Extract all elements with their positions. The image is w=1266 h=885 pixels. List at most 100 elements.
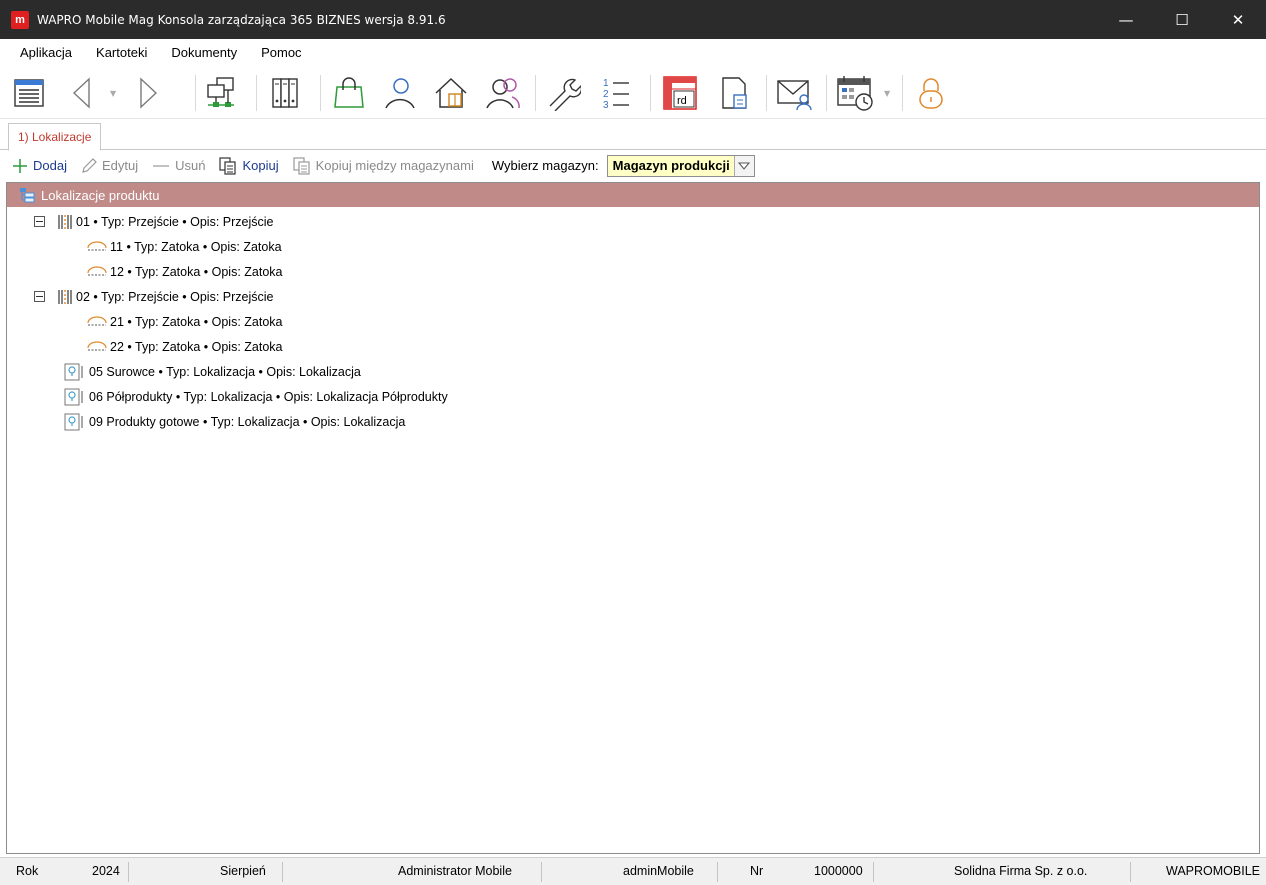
window-list-button[interactable]: [8, 72, 50, 114]
tree-node-label: 21 • Typ: Zatoka • Opis: Zatoka: [110, 314, 283, 329]
main-toolbar: ▼ 1 2 3 rd ▼: [0, 67, 1266, 119]
collapse-toggle-icon[interactable]: [34, 216, 45, 227]
delete-button-label: Usuń: [175, 158, 206, 173]
tree-node-aisle-02[interactable]: 02 • Typ: Przejście • Opis: Przejście: [34, 284, 273, 309]
forward-button[interactable]: [132, 72, 164, 114]
copy-button-label: Kopiuj: [242, 158, 279, 173]
title-bar[interactable]: m WAPRO Mobile Mag Konsola zarządzająca …: [0, 0, 1266, 39]
tree-node-bay-21[interactable]: 21 • Typ: Zatoka • Opis: Zatoka: [87, 309, 283, 334]
lock-button[interactable]: [910, 72, 952, 114]
tree-node-label: 11 • Typ: Zatoka • Opis: Zatoka: [110, 239, 282, 254]
copy-between-warehouses-button[interactable]: Kopiuj między magazynami: [293, 156, 474, 175]
tree-header-label: Lokalizacje produktu: [41, 187, 160, 203]
binders-button[interactable]: [264, 72, 306, 114]
contractors-button[interactable]: [378, 72, 420, 114]
status-bar: Rok 2024 Sierpień Administrator Mobile a…: [0, 857, 1266, 885]
scheduler-button[interactable]: [832, 72, 878, 114]
warehouse-button[interactable]: [430, 72, 472, 114]
report-designer-icon: rd: [663, 76, 697, 110]
tree-node-location-09[interactable]: 09 Produkty gotowe • Typ: Lokalizacja • …: [64, 409, 405, 434]
network-button[interactable]: [200, 72, 242, 114]
status-nr-value: 1000000: [814, 864, 863, 878]
tree-node-location-05[interactable]: 05 Surowce • Typ: Lokalizacja • Opis: Lo…: [64, 359, 361, 384]
menu-dokumenty[interactable]: Dokumenty: [159, 39, 249, 67]
tree-structure-icon: [19, 187, 35, 203]
shopping-bag-icon: [334, 77, 364, 108]
menu-aplikacja[interactable]: Aplikacja: [0, 39, 84, 67]
tree-node-label: 01 • Typ: Przejście • Opis: Przejście: [76, 214, 274, 229]
network-icon: [207, 77, 234, 107]
messages-button[interactable]: [772, 72, 816, 114]
tree-node-aisle-01[interactable]: 01 • Typ: Przejście • Opis: Przejście: [34, 209, 273, 234]
tree-node-label: 12 • Typ: Zatoka • Opis: Zatoka: [110, 264, 283, 279]
arrow-left-icon: [72, 77, 90, 109]
tree-header[interactable]: Lokalizacje produktu: [7, 183, 1259, 207]
add-button[interactable]: Dodaj: [12, 158, 67, 174]
pencil-icon: [81, 157, 97, 174]
dropdown-arrow-icon[interactable]: [733, 155, 754, 176]
shopping-bag-button[interactable]: [328, 72, 370, 114]
copy-disabled-icon: [293, 156, 311, 175]
bay-icon: [87, 265, 107, 278]
numbered-list-icon: 1 2 3: [603, 78, 629, 111]
settings-button[interactable]: [542, 72, 584, 114]
padlock-icon: [919, 78, 943, 109]
menu-bar: Aplikacja Kartoteki Dokumenty Pomoc: [0, 39, 1266, 67]
numbering-button[interactable]: 1 2 3: [594, 72, 636, 114]
status-user: Administrator Mobile: [398, 864, 512, 878]
tree-node-label: 05 Surowce • Typ: Lokalizacja • Opis: Lo…: [89, 364, 361, 379]
back-dropdown-icon[interactable]: ▼: [110, 89, 116, 98]
arrow-right-icon: [140, 77, 158, 109]
delete-button[interactable]: Usuń: [152, 158, 205, 174]
copy-button[interactable]: Kopiuj: [219, 156, 279, 175]
envelope-person-icon: [777, 80, 812, 111]
tree-node-label: 22 • Typ: Zatoka • Opis: Zatoka: [110, 339, 283, 354]
tree-node-location-06[interactable]: 06 Półprodukty • Typ: Lokalizacja • Opis…: [64, 384, 448, 409]
users-button[interactable]: [482, 72, 524, 114]
close-button[interactable]: ✕: [1210, 0, 1266, 39]
copy-icon: [219, 156, 237, 175]
status-year-label: Rok: [16, 864, 39, 878]
status-company: Solidna Firma Sp. z o.o.: [954, 864, 1088, 878]
window-title: WAPRO Mobile Mag Konsola zarządzająca 36…: [37, 12, 446, 27]
number-1: 1: [603, 78, 609, 89]
status-login: adminMobile: [623, 864, 694, 878]
number-2: 2: [603, 89, 609, 100]
house-box-icon: [435, 77, 467, 108]
tree-node-bay-12[interactable]: 12 • Typ: Zatoka • Opis: Zatoka: [87, 259, 283, 284]
warehouse-select[interactable]: Magazyn produkcji: [606, 154, 755, 177]
status-year-value: 2024: [92, 864, 120, 878]
location-pin-icon: [64, 413, 86, 431]
scheduler-dropdown-icon[interactable]: ▼: [884, 89, 890, 98]
aisle-icon: [57, 214, 73, 230]
tree-node-label: 09 Produkty gotowe • Typ: Lokalizacja • …: [89, 414, 406, 429]
window-controls: — ☐ ✕: [1098, 0, 1266, 39]
aisle-icon: [57, 289, 73, 305]
copy-between-warehouses-label: Kopiuj między magazynami: [315, 158, 474, 173]
menu-pomoc[interactable]: Pomoc: [249, 39, 313, 67]
maximize-button[interactable]: ☐: [1154, 0, 1210, 39]
warehouse-select-label: Wybierz magazyn:: [491, 158, 599, 173]
binders-icon: [272, 78, 298, 108]
bay-icon: [87, 340, 107, 353]
edit-button[interactable]: Edytuj: [81, 157, 138, 174]
menu-kartoteki[interactable]: Kartoteki: [84, 39, 159, 67]
bay-icon: [87, 240, 107, 253]
tab-lokalizacje[interactable]: 1) Lokalizacje: [8, 123, 102, 151]
document-icon: [722, 77, 747, 109]
wrench-icon: [549, 78, 581, 111]
tree-node-bay-22[interactable]: 22 • Typ: Zatoka • Opis: Zatoka: [87, 334, 283, 359]
document-button[interactable]: [714, 72, 756, 114]
tree-node-label: 06 Półprodukty • Typ: Lokalizacja • Opis…: [89, 389, 448, 404]
location-pin-icon: [64, 388, 86, 406]
add-button-label: Dodaj: [33, 158, 67, 173]
plus-icon: [12, 158, 28, 174]
back-button[interactable]: [66, 72, 98, 114]
tree-node-bay-11[interactable]: 11 • Typ: Zatoka • Opis: Zatoka: [87, 234, 282, 259]
minimize-button[interactable]: —: [1098, 0, 1154, 39]
calendar-clock-icon: [837, 76, 873, 111]
collapse-toggle-icon[interactable]: [34, 291, 45, 302]
window-list-icon: [14, 79, 44, 107]
warehouse-select-value: Magazyn produkcji: [612, 158, 730, 173]
report-designer-button[interactable]: rd: [658, 72, 702, 114]
